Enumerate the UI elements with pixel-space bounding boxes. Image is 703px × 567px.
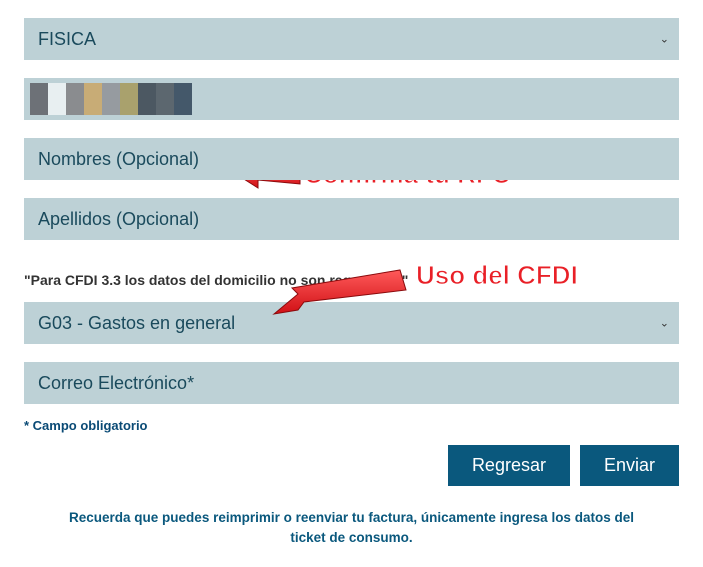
rfc-value-obscured [30, 83, 192, 115]
persona-select[interactable]: FISICA ⌄ [24, 18, 679, 60]
correo-field[interactable] [24, 362, 679, 404]
rfc-field[interactable]: Confirma tu RFC [24, 78, 679, 120]
footer-note: Recuerda que puedes reimprimir o reenvia… [24, 508, 679, 549]
cfdi-note: "Para CFDI 3.3 los datos del domicilio n… [24, 272, 679, 288]
back-button[interactable]: Regresar [448, 445, 570, 486]
nombres-field[interactable] [24, 138, 679, 180]
nombres-input[interactable] [38, 138, 665, 180]
apellidos-field[interactable] [24, 198, 679, 240]
apellidos-input[interactable] [38, 198, 665, 240]
uso-cfdi-value: G03 - Gastos en general [38, 313, 235, 334]
correo-input[interactable] [38, 362, 665, 404]
button-row: Regresar Enviar [24, 445, 679, 486]
chevron-down-icon: ⌄ [660, 317, 669, 330]
chevron-down-icon: ⌄ [660, 33, 669, 46]
uso-cfdi-select[interactable]: G03 - Gastos en general ⌄ Uso del CFDI [24, 302, 679, 344]
persona-select-value: FISICA [38, 29, 96, 50]
send-button[interactable]: Enviar [580, 445, 679, 486]
required-note: * Campo obligatorio [24, 418, 679, 433]
